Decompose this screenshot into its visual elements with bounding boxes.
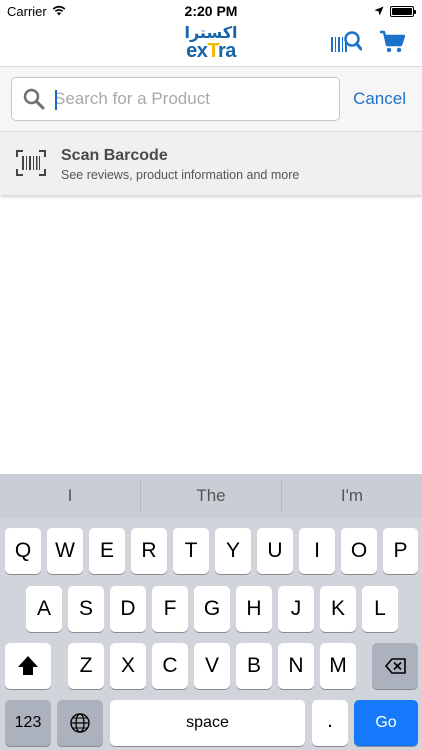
key-o[interactable]: O <box>341 528 377 574</box>
cart-icon <box>379 30 406 59</box>
key-d[interactable]: D <box>110 586 146 632</box>
period-key[interactable]: . <box>312 700 348 746</box>
key-n[interactable]: N <box>278 643 314 689</box>
globe-key[interactable] <box>57 700 103 746</box>
logo-wordmark: exTra <box>180 40 242 62</box>
key-p[interactable]: P <box>383 528 418 574</box>
battery-icon <box>390 6 416 17</box>
key-b[interactable]: B <box>236 643 272 689</box>
cart-button[interactable] <box>377 30 407 58</box>
search-input[interactable] <box>54 80 334 118</box>
key-x[interactable]: X <box>110 643 146 689</box>
key-l[interactable]: L <box>362 586 398 632</box>
barcode-scan-icon <box>16 150 46 181</box>
key-w[interactable]: W <box>47 528 83 574</box>
logo-part-ra: ra <box>217 40 236 62</box>
scan-barcode-title: Scan Barcode <box>61 147 168 164</box>
key-a[interactable]: A <box>26 586 62 632</box>
key-m[interactable]: M <box>320 643 356 689</box>
status-bar: Carrier 2:20 PM <box>0 0 422 22</box>
key-r[interactable]: R <box>131 528 167 574</box>
key-f[interactable]: F <box>152 586 188 632</box>
logo-part-ex: ex <box>186 40 208 62</box>
logo-part-t: T <box>207 40 218 62</box>
extra-logo[interactable]: اكسترا exTra <box>180 23 242 65</box>
text-cursor <box>55 90 57 110</box>
clock: 2:20 PM <box>184 3 238 19</box>
search-bar: Cancel <box>0 66 422 131</box>
suggestion-1[interactable]: I <box>0 474 140 518</box>
status-right <box>374 4 416 19</box>
predictive-bar: I The I'm <box>0 474 422 518</box>
key-z[interactable]: Z <box>68 643 104 689</box>
key-e[interactable]: E <box>89 528 125 574</box>
backspace-icon <box>372 658 418 694</box>
barcode-search-icon <box>330 30 363 59</box>
scan-barcode-subtitle: See reviews, product information and mor… <box>61 168 300 182</box>
key-h[interactable]: H <box>236 586 272 632</box>
key-s[interactable]: S <box>68 586 104 632</box>
delete-key[interactable] <box>372 643 418 689</box>
numbers-key[interactable]: 123 <box>5 700 51 746</box>
search-icon <box>23 88 45 115</box>
location-arrow-icon <box>374 4 384 19</box>
barcode-search-button[interactable] <box>329 30 363 58</box>
key-i[interactable]: I <box>299 528 335 574</box>
space-key[interactable]: space <box>110 700 305 746</box>
key-u[interactable]: U <box>257 528 293 574</box>
key-y[interactable]: Y <box>215 528 251 574</box>
suggestion-3[interactable]: I'm <box>282 474 422 518</box>
nav-bar: اكسترا exTra <box>0 22 422 66</box>
key-v[interactable]: V <box>194 643 230 689</box>
key-q[interactable]: Q <box>5 528 41 574</box>
key-k[interactable]: K <box>320 586 356 632</box>
keyboard: I The I'm Q W E R T Y U I O P A S D F G … <box>0 474 422 750</box>
scan-barcode-row[interactable]: Scan Barcode See reviews, product inform… <box>0 131 422 195</box>
key-c[interactable]: C <box>152 643 188 689</box>
key-g[interactable]: G <box>194 586 230 632</box>
shift-key[interactable] <box>5 643 51 689</box>
key-t[interactable]: T <box>173 528 209 574</box>
shift-icon <box>5 656 51 694</box>
globe-icon <box>57 713 103 750</box>
screen: Carrier 2:20 PM اكسترا exTra Search for … <box>0 0 422 750</box>
suggestion-2[interactable]: The <box>141 474 281 518</box>
cancel-button[interactable]: Cancel <box>353 89 406 109</box>
go-key[interactable]: Go <box>354 700 418 746</box>
key-j[interactable]: J <box>278 586 314 632</box>
search-field-container[interactable] <box>11 77 340 121</box>
